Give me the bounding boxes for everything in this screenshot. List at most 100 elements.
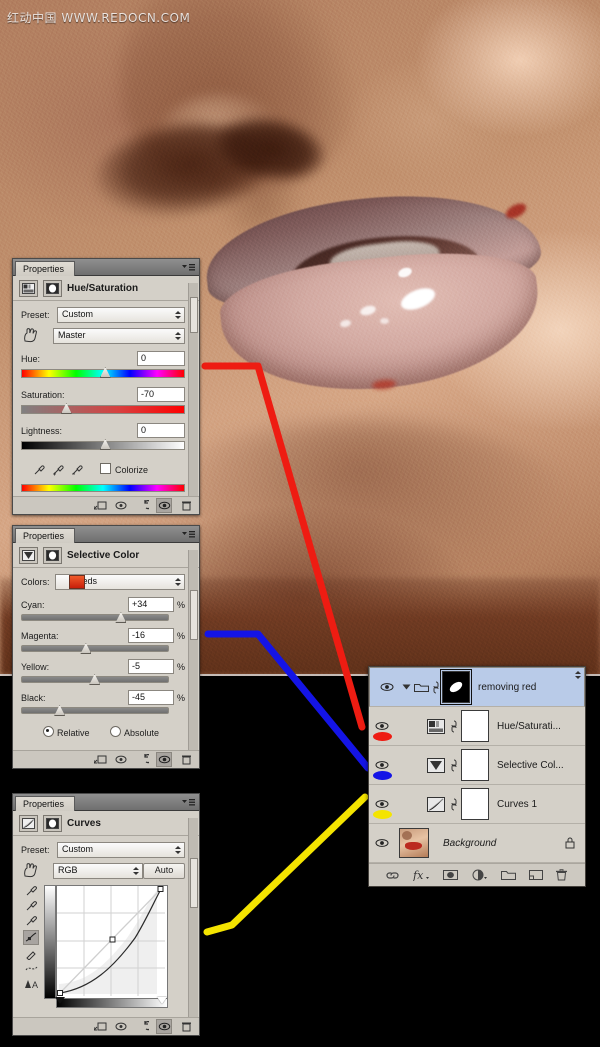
channel-select[interactable]: RGB: [53, 863, 143, 879]
cyan-slider[interactable]: [21, 612, 169, 623]
method-radio-group[interactable]: Relative Absolute: [21, 726, 185, 738]
layer-row-curves-1[interactable]: Curves 1: [369, 785, 585, 824]
selective-color-properties-panel[interactable]: Properties Selective Color Colors: Reds …: [12, 525, 200, 769]
hue-saturation-thumbnail[interactable]: [425, 718, 447, 734]
absolute-radio[interactable]: Absolute: [110, 726, 159, 738]
cyan-group[interactable]: Cyan: +34 %: [21, 597, 185, 628]
sample-black-point-icon[interactable]: [25, 885, 38, 897]
preset-row[interactable]: Preset: Custom: [21, 307, 185, 323]
layer-row-removing-red[interactable]: removing red: [369, 667, 585, 707]
lightness-value-input[interactable]: 0: [137, 423, 185, 438]
group-expand-chevron-down-icon[interactable]: [400, 683, 412, 691]
layers-panel-footer[interactable]: fx: [369, 863, 585, 886]
curve-grid[interactable]: [56, 885, 168, 999]
curves-properties-panel[interactable]: Properties Curves Preset: Custom RGB Aut…: [12, 793, 200, 1036]
yellow-slider-thumb[interactable]: [89, 674, 101, 685]
reset-icon[interactable]: [135, 499, 149, 512]
clipping-warning-icon[interactable]: A: [24, 978, 38, 990]
group-mask-thumbnail[interactable]: [440, 669, 472, 705]
link-icon[interactable]: [385, 870, 400, 881]
black-input-slider[interactable]: [55, 997, 65, 1004]
reset-icon[interactable]: [135, 1020, 149, 1033]
magenta-slider-thumb[interactable]: [80, 643, 92, 654]
hue-saturation-properties-panel[interactable]: Properties Hue/Saturation Preset: Custom…: [12, 258, 200, 515]
edit-points-tool-icon[interactable]: [23, 930, 39, 945]
delete-adjustment-icon[interactable]: [179, 499, 193, 512]
black-value-input[interactable]: -45: [127, 690, 174, 705]
layer-row-selective-color[interactable]: Selective Col...: [369, 746, 585, 785]
hue-slider[interactable]: [21, 367, 185, 378]
layers-panel[interactable]: removing red Hue/Saturati... Selective C…: [368, 666, 586, 887]
hue-slider-thumb[interactable]: [99, 367, 111, 378]
pencil-draw-tool-icon[interactable]: [25, 948, 38, 960]
new-layer-icon[interactable]: [528, 869, 543, 881]
view-previous-state-icon[interactable]: [114, 1020, 128, 1033]
magenta-slider[interactable]: [21, 643, 169, 654]
tab-properties[interactable]: Properties: [15, 796, 76, 811]
cyan-value-input[interactable]: +34: [127, 597, 174, 612]
tab-properties[interactable]: Properties: [15, 528, 76, 543]
colors-row[interactable]: Colors: Reds: [21, 574, 185, 590]
link-mask-icon[interactable]: [447, 720, 461, 733]
black-group[interactable]: Black: -45 %: [21, 690, 185, 716]
add-mask-icon[interactable]: [443, 869, 459, 881]
panel-scrollbar[interactable]: [188, 818, 198, 1017]
panel-footer[interactable]: [13, 1017, 199, 1035]
saturation-slider[interactable]: [21, 403, 185, 414]
hue-value-input[interactable]: 0: [137, 351, 185, 366]
targeted-adjustment-icon[interactable]: [21, 863, 53, 879]
panel-scrollbar[interactable]: [188, 283, 198, 496]
yellow-group[interactable]: Yellow: -5 %: [21, 659, 185, 690]
eyedropper-tools[interactable]: Colorize: [21, 459, 185, 479]
clip-to-layer-icon[interactable]: [93, 1020, 107, 1033]
toggle-visibility-icon[interactable]: [156, 752, 172, 767]
link-mask-icon[interactable]: [447, 798, 461, 811]
layer-mask-icon[interactable]: [43, 279, 62, 297]
eyedropper-subtract-icon[interactable]: [71, 463, 84, 476]
yellow-slider[interactable]: [21, 674, 169, 685]
delete-adjustment-icon[interactable]: [179, 1020, 193, 1033]
delete-layer-icon[interactable]: [555, 869, 568, 881]
black-slider[interactable]: [21, 705, 169, 716]
panel-menu-icon[interactable]: [181, 530, 195, 539]
link-mask-icon[interactable]: [430, 681, 442, 694]
clip-to-layer-icon[interactable]: [93, 753, 107, 766]
panel-scrollbar[interactable]: [188, 550, 198, 750]
relative-radio[interactable]: Relative: [43, 726, 90, 738]
layer-visibility-toggle[interactable]: [369, 746, 395, 784]
panel-menu-icon[interactable]: [181, 798, 195, 807]
layer-name[interactable]: Background: [443, 838, 496, 849]
yellow-value-input[interactable]: -5: [127, 659, 174, 674]
layer-mask-icon[interactable]: [43, 546, 62, 564]
preset-row[interactable]: Preset: Custom: [21, 842, 185, 858]
colorize-box[interactable]: [100, 463, 111, 474]
layer-mask-icon[interactable]: [43, 814, 62, 832]
preset-select[interactable]: Custom: [57, 842, 185, 858]
delete-adjustment-icon[interactable]: [179, 753, 193, 766]
smooth-curve-icon[interactable]: [25, 963, 38, 975]
curves-graph[interactable]: [44, 885, 168, 1008]
curves-tool-strip[interactable]: A: [21, 885, 41, 1007]
cyan-slider-thumb[interactable]: [115, 612, 127, 623]
fx-icon[interactable]: fx: [413, 869, 430, 881]
panel-footer[interactable]: [13, 750, 199, 768]
lightness-slider-thumb[interactable]: [99, 439, 111, 450]
channel-row[interactable]: Master: [21, 328, 185, 344]
tab-properties[interactable]: Properties: [15, 261, 76, 276]
panel-menu-icon[interactable]: [181, 263, 195, 272]
sample-white-point-icon[interactable]: [25, 915, 38, 927]
layer-name[interactable]: Curves 1: [497, 799, 537, 810]
preset-select[interactable]: Custom: [57, 307, 185, 323]
layer-mask-thumbnail[interactable]: [461, 749, 489, 781]
toggle-visibility-icon[interactable]: [156, 1019, 172, 1034]
layer-name[interactable]: removing red: [478, 681, 536, 694]
black-slider-thumb[interactable]: [54, 705, 66, 716]
sample-gray-point-icon[interactable]: [25, 900, 38, 912]
layer-row-hue-saturation[interactable]: Hue/Saturati...: [369, 707, 585, 746]
targeted-adjustment-icon[interactable]: [21, 328, 53, 344]
view-previous-state-icon[interactable]: [114, 753, 128, 766]
eyedropper-add-icon[interactable]: [52, 463, 65, 476]
saturation-value-input[interactable]: -70: [137, 387, 185, 402]
layer-name[interactable]: Hue/Saturati...: [497, 721, 561, 732]
curves-thumbnail[interactable]: [425, 796, 447, 812]
